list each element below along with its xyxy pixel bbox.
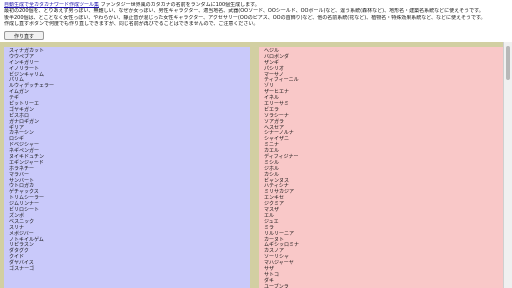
intro-text-1: ファンタジー世界風のカタカナの名前をランダムに100個生成します。	[99, 2, 260, 8]
left-name-panel: スィナガカット ウウペブア インキガリー イノリラート ビジンキャリム パリム ルウィデッチ…	[4, 47, 250, 288]
right-name-item: ユーブンラ	[264, 283, 289, 288]
title-link[interactable]: 自動生成で全カタカナワード作成ツール集	[4, 2, 99, 8]
intro-line-3: 後半200個は、とことなく女性っぽい、やわらかい、静止音が混じった女性キャラクタ…	[4, 14, 486, 21]
left-name-item: ゴスナーゴ	[9, 265, 35, 272]
regenerate-button[interactable]: 作り直す	[4, 31, 44, 40]
right-name-panel: ヘジル バロボンダ ザンギ パシリオ マーサノ ティフィーニル ゾリ ザーヒエナ イネル エリーサ…	[259, 47, 503, 288]
intro-line-4: 作成し直すボタンで何度でも作り直しできますが、同じ名前が再びでることはできません…	[4, 20, 259, 27]
vertical-scrollbar[interactable]	[503, 42, 512, 288]
left-name-list: スィナガカット ウウペブア インキガリー イノリラート ビジンキャリム パリム ルウィデッチ…	[4, 47, 250, 273]
right-name-list: ヘジル バロボンダ ザンギ パシリオ マーサノ ティフィーニル ゾリ ザーヒエナ イネル エリーサ…	[259, 47, 503, 288]
page-header: 自動生成で全カタカナワード作成ツール集 ファンタジー世界風のカタカナの名前をラン…	[4, 2, 504, 27]
intro-line-2: 最初の200個を、とりあえず男っぽい、無難しい、なぜか女っぽい、男性キャラクター…	[4, 8, 484, 15]
scrollbar-thumb[interactable]	[506, 46, 510, 80]
